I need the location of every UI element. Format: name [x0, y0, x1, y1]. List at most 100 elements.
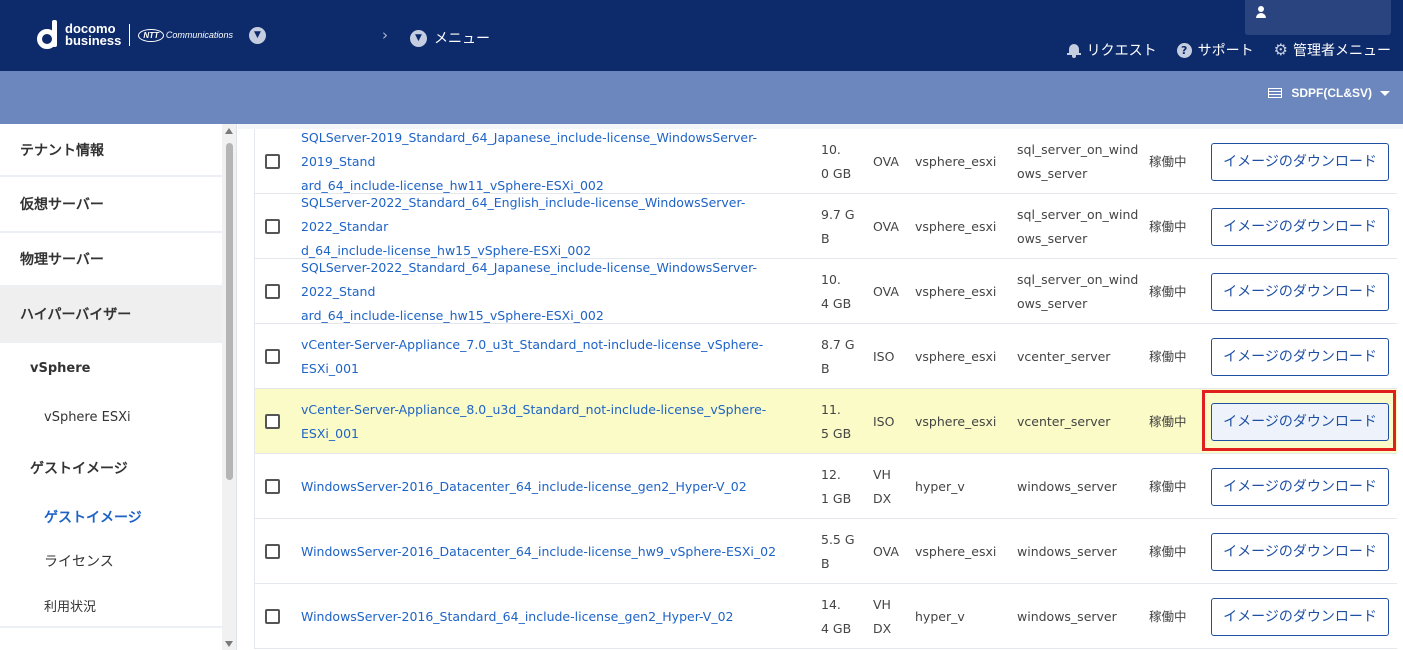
- row-checkbox-cell: [265, 389, 283, 454]
- image-format: VH DX: [873, 466, 892, 506]
- download-image-button[interactable]: イメージのダウンロード: [1211, 142, 1389, 181]
- table-row: WindowsServer-2016_Datacenter_64_include…: [255, 519, 1397, 584]
- tenant-selector[interactable]: SDPF(CL&SV): [1268, 86, 1390, 100]
- table-row: WindowsServer-2016_Datacenter_64_include…: [255, 454, 1397, 519]
- sidebar-sub-license[interactable]: ライセンス: [44, 551, 114, 571]
- caret-down-icon: [1380, 90, 1390, 96]
- image-name-link[interactable]: WindowsServer-2016_Datacenter_64_include…: [301, 454, 811, 519]
- download-image-button[interactable]: イメージのダウンロード: [1211, 402, 1389, 441]
- docomo-business-logo[interactable]: docomo business NTT Communications: [36, 20, 233, 50]
- request-label: リクエスト: [1086, 43, 1157, 59]
- user-account-button[interactable]: [1245, 0, 1391, 35]
- breadcrumb-menu[interactable]: ▼ メニュー: [410, 28, 490, 48]
- main-content: SQLServer-2019_Standard_64_Japanese_incl…: [238, 124, 1403, 650]
- chevron-down-icon[interactable]: ▼: [249, 27, 266, 44]
- table-row: WindowsServer-2016_Standard_64_include-l…: [255, 584, 1397, 649]
- row-checkbox[interactable]: [265, 479, 280, 494]
- bell-icon: [1066, 43, 1081, 58]
- table-row: vCenter-Server-Appliance_7.0_u3t_Standar…: [255, 324, 1397, 389]
- download-button-cell: イメージのダウンロード: [1211, 519, 1389, 584]
- status-text: 稼働中: [1149, 413, 1187, 429]
- status-text: 稼働中: [1149, 218, 1187, 234]
- logo-text: docomo business: [65, 21, 122, 48]
- download-image-button[interactable]: イメージのダウンロード: [1211, 467, 1389, 506]
- image-name-link[interactable]: vCenter-Server-Appliance_7.0_u3t_Standar…: [301, 324, 811, 389]
- image-name-link[interactable]: SQLServer-2022_Standard_64_Japanese_incl…: [301, 259, 811, 324]
- os-type: vcenter_server: [1017, 348, 1111, 364]
- sidebar-sub-vsphere-esxi[interactable]: vSphere ESXi: [44, 410, 131, 425]
- download-image-button[interactable]: イメージのダウンロード: [1211, 207, 1389, 246]
- sidebar-sub-guest-image[interactable]: ゲストイメージ: [44, 507, 142, 527]
- table-icon: [1268, 88, 1283, 98]
- download-image-button[interactable]: イメージのダウンロード: [1211, 597, 1389, 636]
- sidebar-sub-guest-image-group[interactable]: ゲストイメージ: [30, 458, 128, 478]
- row-checkbox-cell: [265, 584, 283, 649]
- download-button-cell: イメージのダウンロード: [1211, 389, 1389, 454]
- image-size: 10. 4 GB: [821, 271, 852, 311]
- image-name-link[interactable]: SQLServer-2022_Standard_64_English_inclu…: [301, 194, 811, 259]
- user-icon: [1255, 6, 1267, 20]
- image-size: 10. 0 GB: [821, 141, 852, 181]
- row-checkbox-cell: [265, 129, 283, 194]
- image-format: ISO: [873, 413, 895, 429]
- image-size: 9.7 GB: [821, 206, 855, 246]
- table-row: SQLServer-2022_Standard_64_Japanese_incl…: [255, 259, 1397, 324]
- admin-menu-link[interactable]: ⚙ 管理者メニュー: [1274, 40, 1391, 60]
- sidebar-item-physical-server[interactable]: 物理サーバー: [0, 233, 222, 287]
- image-name-link[interactable]: SQLServer-2019_Standard_64_Japanese_incl…: [301, 129, 811, 194]
- sidebar-sub-usage[interactable]: 利用状況: [44, 596, 96, 615]
- row-checkbox[interactable]: [265, 154, 280, 169]
- row-checkbox[interactable]: [265, 219, 280, 234]
- ntt-communications-logo: NTT Communications: [138, 28, 233, 42]
- image-name-link[interactable]: vCenter-Server-Appliance_8.0_u3d_Standar…: [301, 389, 811, 454]
- download-button-cell: イメージのダウンロード: [1211, 129, 1389, 194]
- image-format: OVA: [873, 543, 899, 559]
- image-format: OVA: [873, 283, 899, 299]
- download-image-button[interactable]: イメージのダウンロード: [1211, 337, 1389, 376]
- chevron-down-icon: ▼: [410, 29, 427, 47]
- download-button-cell: イメージのダウンロード: [1211, 584, 1389, 649]
- row-checkbox[interactable]: [265, 284, 280, 299]
- image-size: 5.5 GB: [821, 531, 855, 571]
- image-size: 12. 1 GB: [821, 466, 852, 506]
- breadcrumb-chevron-icon: ›: [382, 26, 388, 44]
- sidebar-scrollbar[interactable]: [222, 124, 236, 650]
- question-icon: ?: [1176, 42, 1192, 58]
- breadcrumb-menu-label: メニュー: [434, 31, 490, 47]
- sidebar-sub-vsphere[interactable]: vSphere: [30, 361, 90, 376]
- logo-separator: [129, 24, 131, 46]
- table-row: SQLServer-2022_Standard_64_English_inclu…: [255, 194, 1397, 259]
- image-name-link[interactable]: WindowsServer-2016_Datacenter_64_include…: [301, 519, 811, 584]
- row-checkbox[interactable]: [265, 609, 280, 624]
- scroll-up-arrow-icon[interactable]: [225, 128, 233, 134]
- sidebar-item-virtual-server[interactable]: 仮想サーバー: [0, 177, 222, 233]
- image-size: 8.7 GB: [821, 336, 855, 376]
- tenant-name: SDPF(CL&SV): [1291, 86, 1372, 100]
- os-type: vcenter_server: [1017, 413, 1111, 429]
- status-text: 稼働中: [1149, 348, 1187, 364]
- download-button-cell: イメージのダウンロード: [1211, 324, 1389, 389]
- os-type: windows_server: [1017, 608, 1117, 624]
- hypervisor-type: vsphere_esxi: [915, 218, 997, 234]
- support-label: サポート: [1197, 43, 1254, 59]
- download-image-button[interactable]: イメージのダウンロード: [1211, 532, 1389, 571]
- image-name-link[interactable]: WindowsServer-2016_Standard_64_include-l…: [301, 584, 811, 649]
- sidebar: テナント情報 仮想サーバー 物理サーバー ハイパーバイザー vSphere vS…: [0, 124, 237, 650]
- download-image-button[interactable]: イメージのダウンロード: [1211, 272, 1389, 311]
- sidebar-item-tenant-info[interactable]: テナント情報: [0, 124, 222, 177]
- os-type: sql_server_on_wind ows_server: [1017, 141, 1139, 181]
- sidebar-item-hypervisor[interactable]: ハイパーバイザー: [0, 287, 222, 343]
- row-checkbox[interactable]: [265, 544, 280, 559]
- scroll-down-arrow-icon[interactable]: [225, 641, 233, 647]
- hypervisor-type: vsphere_esxi: [915, 543, 997, 559]
- download-button-cell: イメージのダウンロード: [1211, 194, 1389, 259]
- row-checkbox[interactable]: [265, 414, 280, 429]
- hypervisor-type: vsphere_esxi: [915, 153, 997, 169]
- request-link[interactable]: リクエスト: [1066, 40, 1157, 60]
- scrollbar-thumb[interactable]: [226, 143, 233, 480]
- status-text: 稼働中: [1149, 543, 1187, 559]
- sidebar-divider: [0, 626, 222, 628]
- row-checkbox[interactable]: [265, 349, 280, 364]
- guest-image-table: SQLServer-2019_Standard_64_Japanese_incl…: [254, 129, 1397, 649]
- support-link[interactable]: ? サポート: [1176, 40, 1254, 60]
